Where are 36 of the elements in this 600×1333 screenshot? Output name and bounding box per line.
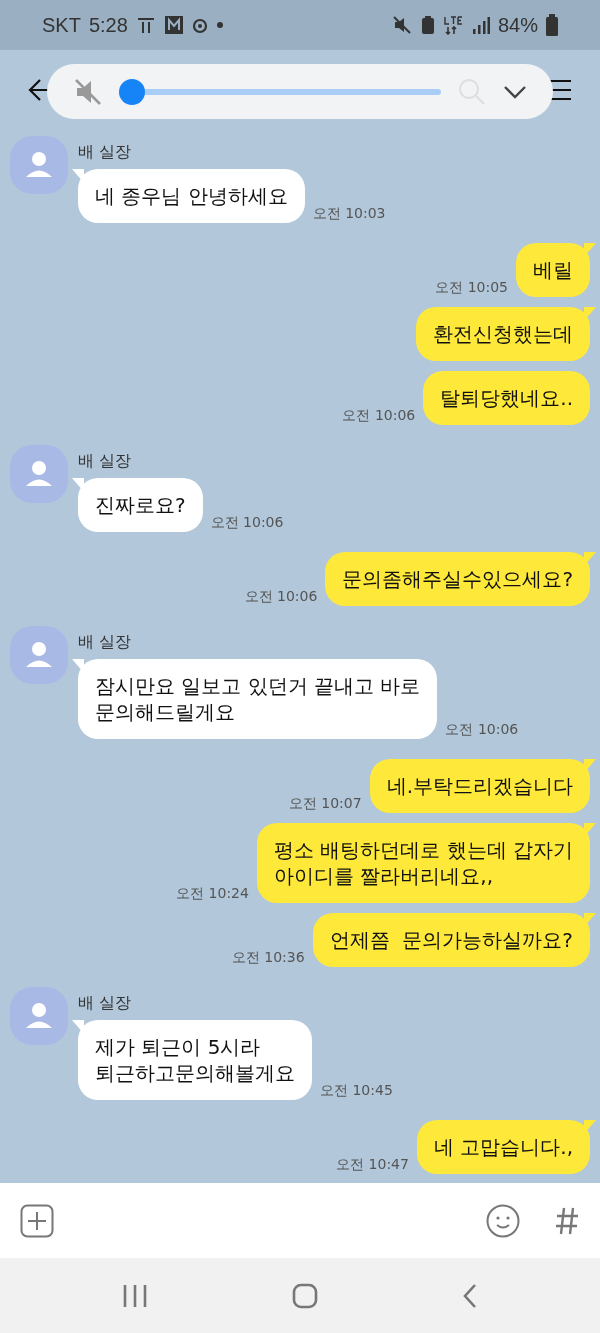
carrier-name: SKT [42,13,81,37]
recent-apps-icon[interactable] [122,1283,148,1308]
sender-name: 배 실장 [78,451,133,472]
message-time: 오전 10:45 [320,1082,393,1100]
message-time: 오전 10:36 [231,949,305,967]
sender-name: 배 실장 [78,142,133,163]
message-time: 오전 10:06 [445,721,519,739]
lte-icon [443,15,464,35]
message-time: 오전 10:03 [312,205,386,223]
m-logo-icon [163,15,184,35]
message-time: 오전 10:24 [176,885,249,903]
slider-thumb[interactable] [119,78,145,105]
battery-percent: 84% [497,13,538,37]
battery-saver-icon [419,15,436,35]
t-logo-icon [135,15,156,35]
clock-time: 5:28 [88,13,128,37]
message-time: 오전 10:06 [210,514,284,532]
hashtag-icon[interactable] [554,1205,580,1236]
volume-slider[interactable] [119,78,441,105]
notification-dot-icon [215,21,224,29]
add-icon[interactable] [20,1203,54,1238]
message-time: 오전 10:05 [435,279,508,297]
sender-name: 배 실장 [78,993,133,1014]
sender-name: 배 실장 [78,632,133,653]
mute-icon [391,15,412,35]
message-time: 오전 10:06 [342,407,416,425]
battery-icon [546,14,558,36]
home-icon[interactable] [292,1282,318,1309]
muted-speaker-icon[interactable] [73,76,103,107]
emoji-icon[interactable] [486,1203,520,1238]
signal-icon [471,15,490,35]
back-icon[interactable] [462,1282,478,1309]
chevron-down-icon[interactable] [503,83,527,100]
message-time: 오전 10:47 [336,1156,409,1174]
message-time: 오전 10:06 [244,588,318,606]
message-time: 오전 10:07 [288,795,362,813]
